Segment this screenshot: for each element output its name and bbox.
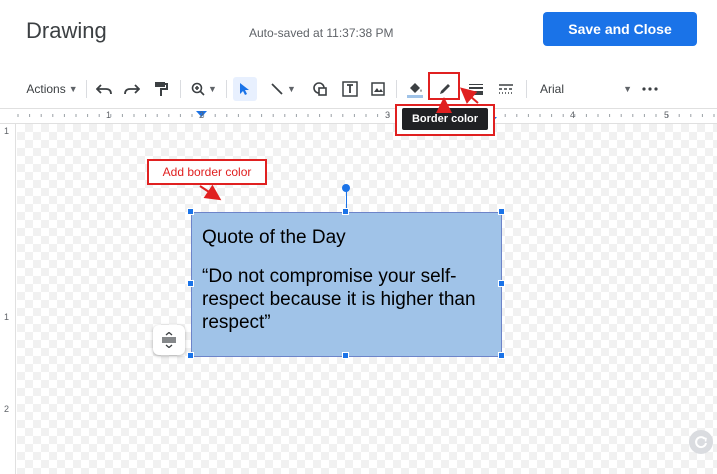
ruler-number: 4 bbox=[570, 110, 576, 120]
chevron-down-icon: ▼ bbox=[208, 84, 217, 94]
horizontal-ruler: 1 2 3 4 5 bbox=[0, 108, 717, 124]
shape-icon[interactable] bbox=[310, 79, 330, 99]
chevron-down-icon: ▼ bbox=[287, 84, 296, 94]
autosave-status: Auto-saved at 11:37:38 PM bbox=[249, 26, 394, 40]
ruler-number: 1 bbox=[4, 312, 10, 322]
resize-handle[interactable] bbox=[498, 208, 505, 215]
drawing-dialog: Drawing Auto-saved at 11:37:38 PM Save a… bbox=[0, 0, 717, 474]
textbox-icon[interactable] bbox=[340, 79, 360, 99]
dialog-title: Drawing bbox=[26, 18, 107, 43]
line-icon bbox=[271, 83, 283, 95]
border-color-highlight bbox=[428, 72, 460, 100]
ruler-number: 1 bbox=[106, 110, 112, 120]
ruler-number: 2 bbox=[199, 110, 205, 120]
actions-menu[interactable]: Actions ▼ bbox=[24, 79, 80, 99]
chevron-down-icon: ▼ bbox=[68, 84, 78, 94]
select-icon[interactable] bbox=[233, 77, 257, 101]
border-color-tooltip: Border color bbox=[402, 108, 488, 130]
actions-label: Actions bbox=[26, 82, 66, 96]
toolbar-divider bbox=[526, 80, 527, 98]
resize-handle[interactable] bbox=[342, 208, 349, 215]
toolbar-divider bbox=[86, 80, 87, 98]
toolbar-divider bbox=[396, 80, 397, 98]
fill-color-icon[interactable] bbox=[404, 79, 426, 99]
redo-icon[interactable] bbox=[122, 79, 142, 99]
shape-quote: “Do not compromise your self-respect bec… bbox=[202, 266, 476, 333]
vertical-align-icon bbox=[162, 332, 176, 348]
resize-handle[interactable] bbox=[187, 280, 194, 287]
add-border-color-label: Add border color bbox=[147, 159, 267, 185]
resize-handle[interactable] bbox=[187, 208, 194, 215]
toolbar-divider bbox=[180, 80, 181, 98]
border-weight-icon[interactable] bbox=[466, 79, 486, 99]
refresh-icon[interactable] bbox=[689, 430, 713, 454]
font-label: Arial bbox=[540, 82, 565, 96]
image-icon[interactable] bbox=[368, 79, 388, 99]
resize-handle[interactable] bbox=[498, 352, 505, 359]
zoom-icon bbox=[191, 82, 205, 96]
paint-format-icon[interactable] bbox=[152, 79, 170, 99]
zoom-button[interactable]: ▼ bbox=[188, 79, 220, 99]
vertical-align-button[interactable] bbox=[153, 325, 185, 355]
ruler-number: 1 bbox=[4, 126, 10, 136]
resize-handle[interactable] bbox=[187, 352, 194, 359]
more-icon[interactable] bbox=[640, 79, 660, 99]
resize-handle[interactable] bbox=[342, 352, 349, 359]
text-shape[interactable]: Quote of the Day “Do not compromise your… bbox=[191, 212, 502, 357]
chevron-down-icon: ▼ bbox=[623, 84, 632, 94]
ruler-number: 5 bbox=[664, 110, 670, 120]
vertical-ruler: 1 1 2 bbox=[0, 124, 16, 474]
rotation-handle[interactable] bbox=[342, 184, 350, 192]
ruler-number: 3 bbox=[385, 110, 391, 120]
font-select[interactable]: Arial ▼ bbox=[540, 79, 632, 99]
undo-icon[interactable] bbox=[94, 79, 114, 99]
border-dash-icon[interactable] bbox=[496, 79, 516, 99]
toolbar-divider bbox=[226, 80, 227, 98]
shape-title: Quote of the Day bbox=[202, 227, 346, 248]
line-tool[interactable]: ▼ bbox=[264, 79, 302, 99]
resize-handle[interactable] bbox=[498, 280, 505, 287]
save-and-close-button[interactable]: Save and Close bbox=[543, 12, 697, 46]
ruler-number: 2 bbox=[4, 404, 10, 414]
toolbar: Actions ▼ ▼ ▼ Arial ▼ bbox=[0, 70, 717, 108]
